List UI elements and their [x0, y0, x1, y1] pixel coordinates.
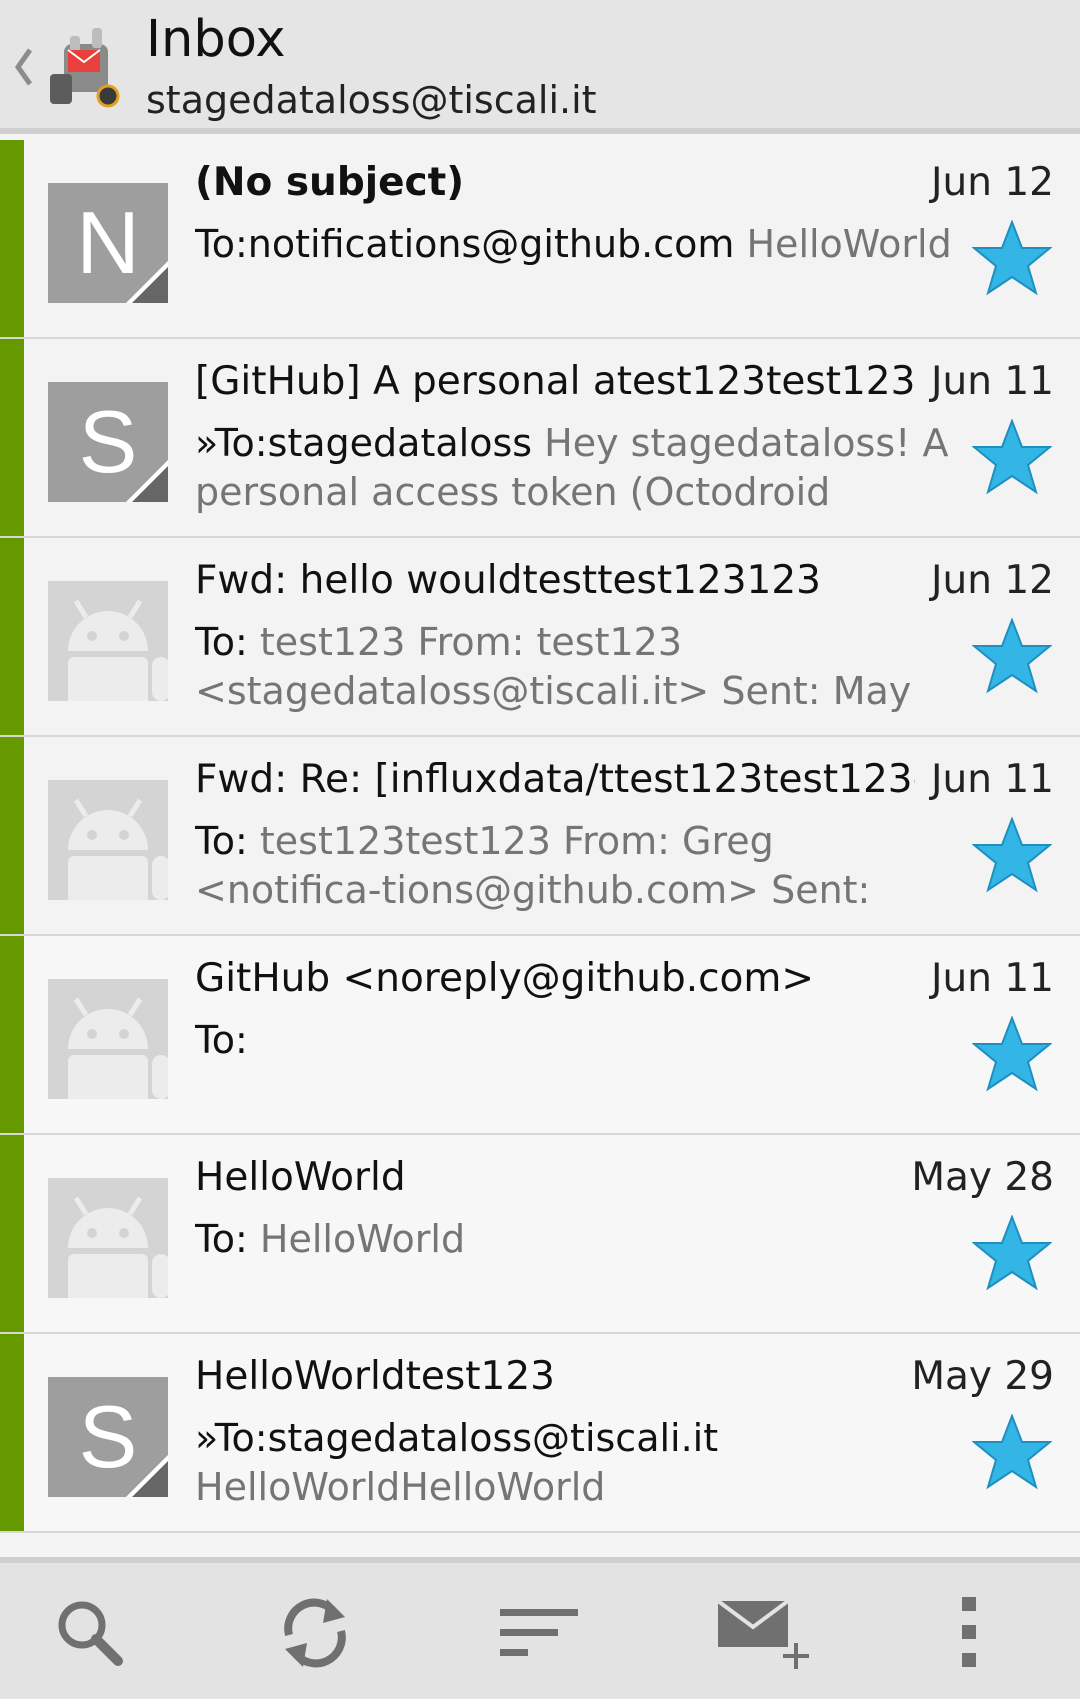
k9-app-icon[interactable]: [46, 22, 124, 114]
message-recipient: »To:stagedataloss: [195, 421, 533, 465]
message-row[interactable]: HelloWorld May 28 To: HelloWorld: [0, 1135, 1080, 1334]
message-subject: Fwd: Re: [influxdata/ttest123test123e..: [195, 757, 915, 802]
unread-indicator: [0, 140, 24, 337]
message-subject: [GitHub] A personal atest123test123c..: [195, 359, 915, 404]
message-recipient: To:notifications@github.com: [195, 222, 735, 266]
message-preview: To: HelloWorld: [195, 1215, 955, 1264]
message-preview: To:: [195, 1016, 955, 1065]
message-date: Jun 11: [931, 359, 1054, 404]
message-preview: To: test123test123 From: Greg <notifica-…: [195, 817, 955, 917]
message-recipient: To:: [195, 1217, 248, 1261]
preview-text: HelloWorldHelloWorld: [195, 1465, 606, 1509]
message-row[interactable]: N (No subject) Jun 12 To:notifications@g…: [0, 140, 1080, 339]
refresh-icon[interactable]: [275, 1593, 355, 1673]
star-icon[interactable]: [972, 1215, 1052, 1291]
message-row[interactable]: S HelloWorldtest123 May 29 »To:stagedata…: [0, 1334, 1080, 1533]
star-icon[interactable]: [972, 618, 1052, 694]
compose-icon[interactable]: [716, 1593, 816, 1673]
message-row[interactable]: GitHub <noreply@github.com> Jun 11 To:: [0, 936, 1080, 1135]
message-subject: Fwd: hello wouldtesttest123123: [195, 558, 821, 603]
message-list: N (No subject) Jun 12 To:notifications@g…: [0, 140, 1080, 1533]
message-preview: To: test123 From: test123 <stagedataloss…: [195, 618, 955, 718]
action-bar: Inbox stagedataloss@tiscali.it: [0, 0, 1080, 134]
contact-avatar[interactable]: S: [48, 382, 168, 502]
unread-indicator: [0, 1135, 24, 1332]
message-recipient: To:: [195, 620, 248, 664]
message-subject: GitHub <noreply@github.com>: [195, 956, 815, 1001]
star-icon[interactable]: [972, 817, 1052, 893]
message-preview: To:notifications@github.com HelloWorld: [195, 220, 955, 269]
message-subject: HelloWorld: [195, 1155, 406, 1200]
message-date: May 28: [911, 1155, 1054, 1200]
contact-avatar[interactable]: N: [48, 183, 168, 303]
message-recipient: To:: [195, 1018, 248, 1062]
message-date: Jun 11: [931, 956, 1054, 1001]
message-preview: »To:stagedataloss@tiscali.it HelloWorldH…: [195, 1414, 955, 1512]
preview-text: HelloWorld: [247, 1217, 466, 1261]
message-date: Jun 12: [931, 160, 1054, 205]
star-icon[interactable]: [972, 220, 1052, 296]
page-title: Inbox: [146, 10, 286, 69]
unread-indicator: [0, 339, 24, 536]
search-icon[interactable]: [50, 1593, 130, 1673]
contact-avatar[interactable]: S: [48, 1377, 168, 1497]
unread-indicator: [0, 737, 24, 934]
message-row[interactable]: S [GitHub] A personal atest123test123c..…: [0, 339, 1080, 538]
message-row[interactable]: Fwd: Re: [influxdata/ttest123test123e.. …: [0, 737, 1080, 936]
default-contact-avatar[interactable]: [48, 979, 168, 1099]
unread-indicator: [0, 1334, 24, 1531]
account-address: stagedataloss@tiscali.it: [146, 78, 597, 122]
preview-text: HelloWorld: [734, 222, 952, 266]
preview-text: test123test123 From: Greg <notifica-tion…: [195, 819, 871, 912]
default-contact-avatar[interactable]: [48, 581, 168, 701]
message-recipient: »To:stagedataloss@tiscali.it: [195, 1416, 719, 1460]
default-contact-avatar[interactable]: [48, 780, 168, 900]
preview-text: test123 From: test123 <stagedataloss@tis…: [195, 620, 912, 713]
sort-icon[interactable]: [498, 1593, 578, 1673]
unread-indicator: [0, 936, 24, 1133]
star-icon[interactable]: [972, 1016, 1052, 1092]
android-icon: [68, 798, 168, 900]
default-contact-avatar[interactable]: [48, 1178, 168, 1298]
back-chevron-icon[interactable]: [10, 42, 38, 92]
message-row[interactable]: Fwd: hello wouldtesttest123123 Jun 12 To…: [0, 538, 1080, 737]
message-date: Jun 12: [931, 558, 1054, 603]
android-icon: [68, 997, 168, 1099]
android-icon: [68, 599, 168, 701]
message-date: Jun 11: [931, 757, 1054, 802]
message-recipient: To:: [195, 819, 248, 863]
star-icon[interactable]: [972, 1414, 1052, 1490]
bottom-action-bar: [0, 1557, 1080, 1699]
message-subject: (No subject): [195, 160, 465, 205]
message-preview: »To:stagedataloss Hey stagedataloss! A p…: [195, 419, 955, 517]
message-subject: HelloWorldtest123: [195, 1354, 555, 1399]
star-icon[interactable]: [972, 419, 1052, 495]
android-icon: [68, 1196, 168, 1298]
message-date: May 29: [911, 1354, 1054, 1399]
unread-indicator: [0, 538, 24, 735]
overflow-menu-icon[interactable]: [950, 1593, 990, 1673]
